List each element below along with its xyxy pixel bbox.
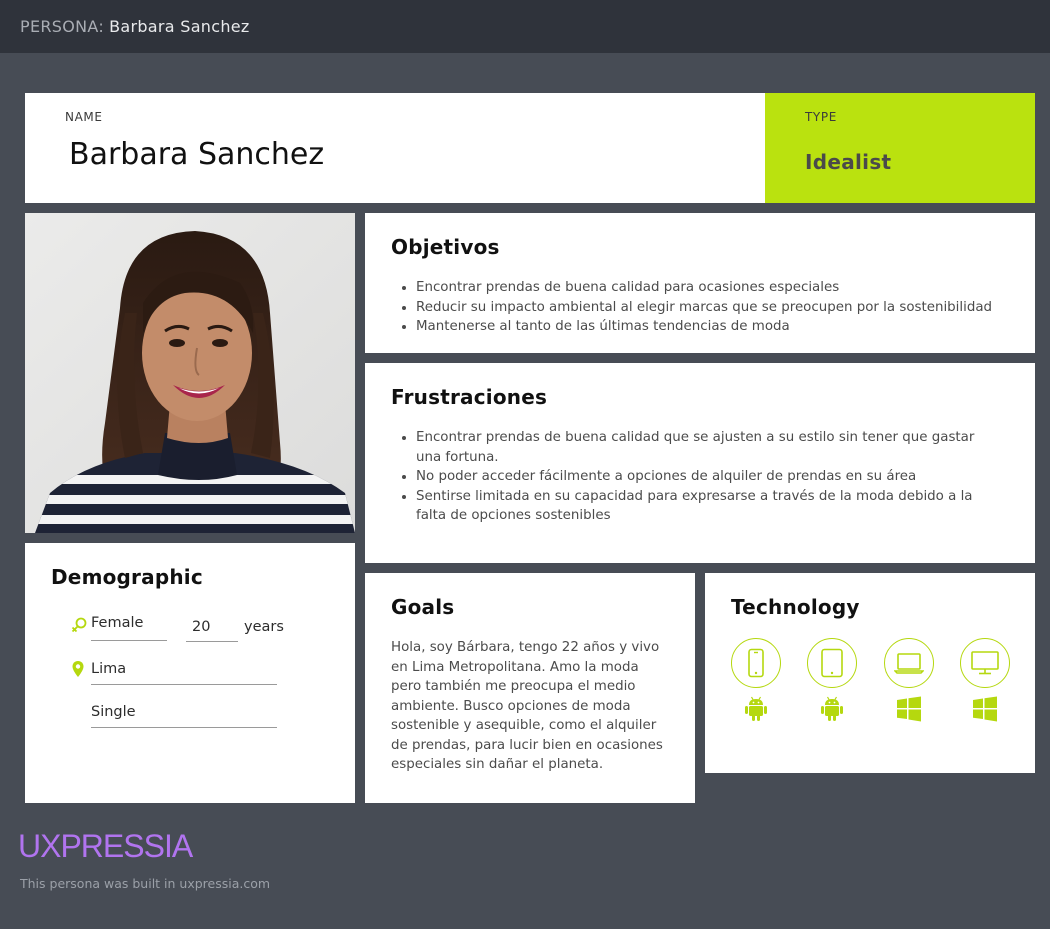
technology-title: Technology (731, 595, 860, 619)
tablet-icon (807, 638, 857, 688)
windows-icon (960, 696, 1010, 726)
goals-text[interactable]: Hola, soy Bárbara, tengo 22 años y vivo … (391, 638, 673, 775)
laptop-icon (884, 638, 934, 688)
persona-name[interactable]: Barbara Sanchez (69, 137, 324, 172)
age-unit-label: years (244, 619, 284, 635)
frustraciones-list[interactable]: Encontrar prendas de buena calidad que s… (416, 428, 999, 526)
top-bar: PERSONA: Barbara Sanchez (0, 0, 1050, 53)
gender-female-male-icon (70, 616, 88, 634)
uxpressia-logo[interactable]: UXPRESSIA (18, 828, 193, 865)
android-icon (807, 696, 857, 726)
persona-photo[interactable] (25, 213, 355, 533)
persona-header-name: Barbara Sanchez (109, 17, 250, 36)
type-label: TYPE (805, 110, 837, 124)
demographic-title: Demographic (51, 565, 203, 589)
objetivos-list[interactable]: Encontrar prendas de buena calidad para … (416, 278, 999, 337)
list-item: Reducir su impacto ambiental al elegir m… (416, 298, 999, 318)
footer-note: This persona was built in uxpressia.com (20, 876, 271, 891)
list-item: Mantenerse al tanto de las últimas tende… (416, 317, 999, 337)
demographic-card: Demographic Female 20 years Lima Single (25, 543, 355, 803)
goals-card: Goals Hola, soy Bárbara, tengo 22 años y… (365, 573, 695, 803)
objetivos-title: Objetivos (391, 235, 500, 259)
tech-item-desktop[interactable] (960, 638, 1010, 733)
tech-item-smartphone[interactable] (731, 638, 781, 733)
technology-card: Technology (705, 573, 1035, 773)
persona-prefix: PERSONA: (20, 17, 105, 36)
list-item: Encontrar prendas de buena calidad que s… (416, 428, 999, 467)
map-pin-icon (71, 660, 85, 678)
persona-portrait-illustration (25, 213, 355, 533)
frustraciones-title: Frustraciones (391, 385, 548, 409)
android-icon (731, 696, 781, 726)
tech-item-tablet[interactable] (807, 638, 857, 733)
age-value: 20 (192, 619, 211, 635)
list-item: Sentirse limitada en su capacidad para e… (416, 487, 999, 526)
marital-status-field[interactable]: Single (91, 704, 277, 728)
goals-title: Goals (391, 595, 455, 619)
objetivos-card: Objetivos Encontrar prendas de buena cal… (365, 213, 1035, 353)
tech-item-laptop[interactable] (884, 638, 934, 733)
windows-icon (884, 696, 934, 726)
list-item: Encontrar prendas de buena calidad para … (416, 278, 999, 298)
frustraciones-card: Frustraciones Encontrar prendas de buena… (365, 363, 1035, 563)
location-field[interactable]: Lima (91, 661, 277, 685)
gender-field[interactable]: Female (91, 615, 167, 641)
smartphone-icon (731, 638, 781, 688)
name-label: NAME (65, 110, 103, 124)
list-item: No poder acceder fácilmente a opciones d… (416, 467, 999, 487)
type-card: TYPE Idealist (765, 93, 1035, 203)
desktop-icon (960, 638, 1010, 688)
persona-type[interactable]: Idealist (805, 150, 891, 174)
age-field[interactable]: 20 (186, 618, 238, 642)
name-card: NAME Barbara Sanchez (25, 93, 765, 203)
